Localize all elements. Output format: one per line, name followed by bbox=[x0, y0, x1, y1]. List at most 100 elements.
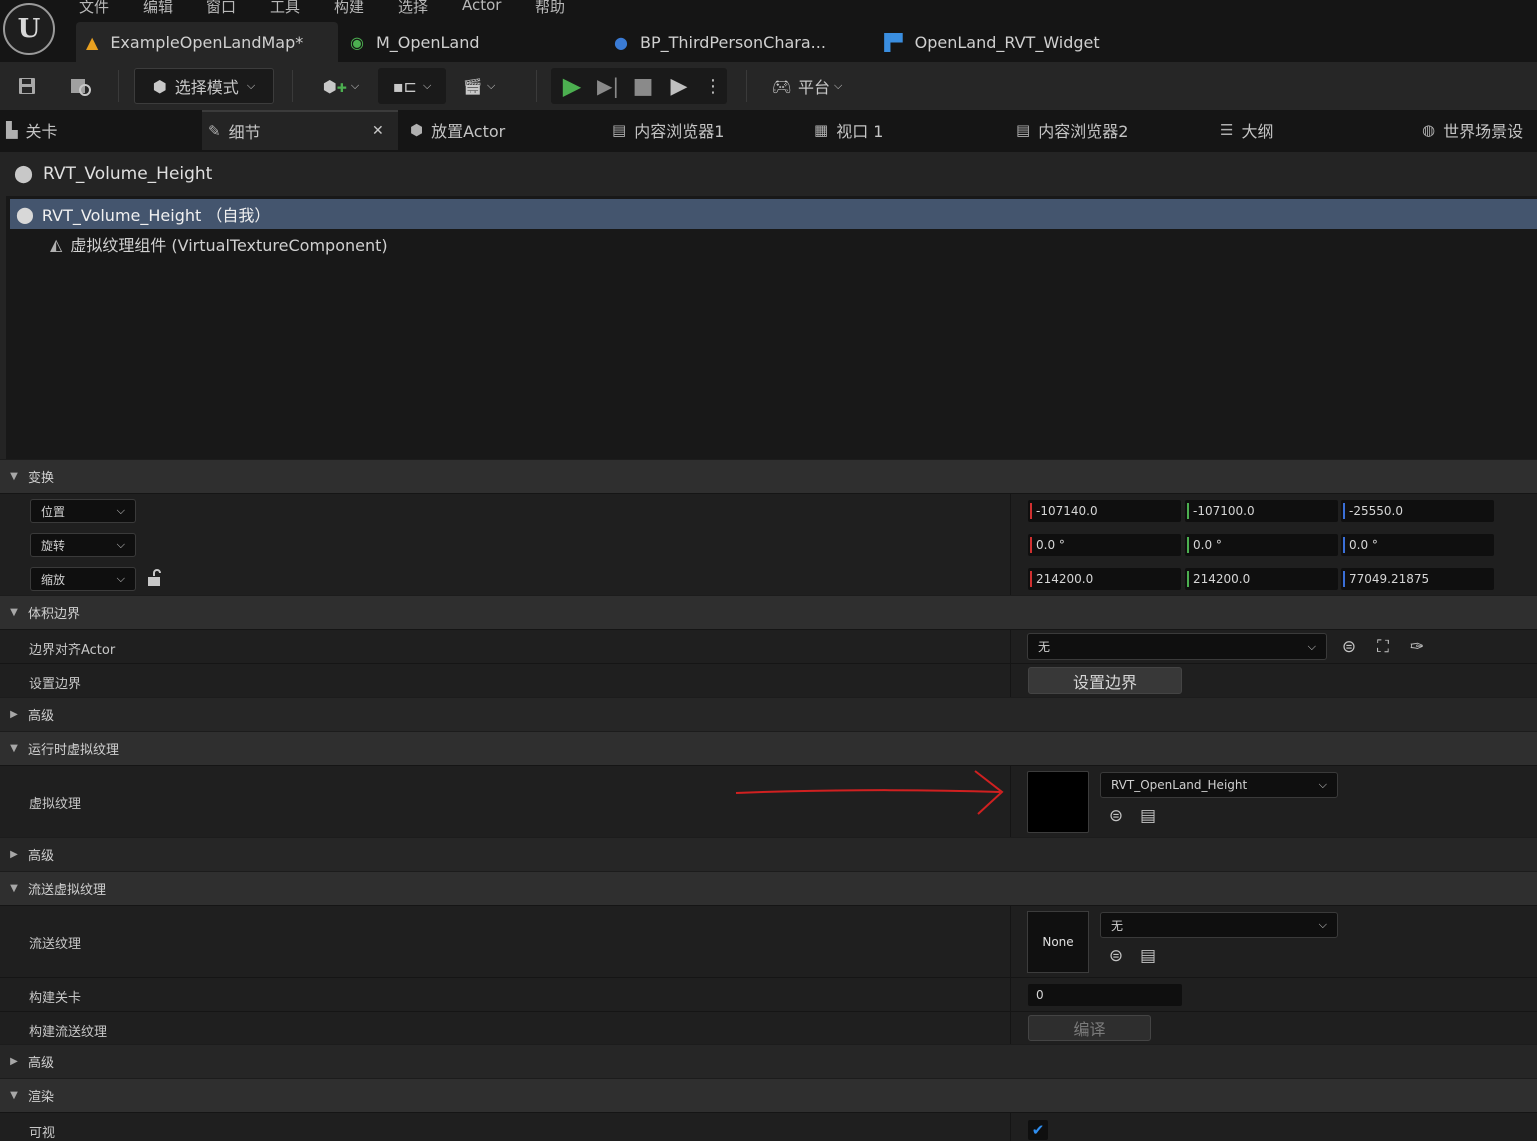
menu-tools[interactable]: 工具 bbox=[270, 0, 300, 17]
category-bounds-advanced[interactable]: ▶ 高级 bbox=[0, 697, 1537, 731]
component-virtual-texture[interactable]: ◭ 虚拟纹理组件 (VirtualTextureComponent) bbox=[10, 229, 1537, 259]
rotation-y-field[interactable]: 0.0 ° bbox=[1185, 534, 1338, 556]
select-mode-dropdown[interactable]: ⬢ 选择模式 ⌵ bbox=[134, 68, 274, 104]
cinematics-button[interactable]: 🎬︎ ⌵ bbox=[454, 68, 504, 104]
rotation-x-field[interactable]: 0.0 ° bbox=[1028, 534, 1181, 556]
doc-tab-widget[interactable]: ▐▀ OpenLand_RVT_Widget bbox=[878, 22, 1128, 62]
menu-select[interactable]: 选择 bbox=[398, 0, 428, 17]
doc-tab-material[interactable]: ◉ M_OpenLand bbox=[350, 22, 600, 62]
unreal-logo-icon[interactable]: U bbox=[3, 3, 55, 55]
build-level-field[interactable]: 0 bbox=[1028, 984, 1182, 1006]
menu-actor[interactable]: Actor bbox=[462, 0, 501, 14]
step-icon[interactable]: ▶︎| bbox=[592, 68, 624, 104]
save-icon[interactable] bbox=[12, 68, 42, 104]
collapse-arrow-icon: ▼ bbox=[10, 471, 18, 482]
location-x-field[interactable]: -107140.0 bbox=[1028, 500, 1181, 522]
viewport-icon: ▦ bbox=[814, 121, 829, 139]
location-mode-dropdown[interactable]: 位置 ⌵ bbox=[30, 499, 136, 523]
more-options-icon[interactable]: ⋮ bbox=[700, 68, 726, 104]
component-self[interactable]: ⬤ RVT_Volume_Height （自我） bbox=[10, 199, 1537, 229]
category-label: 变换 bbox=[28, 471, 55, 486]
doc-tab-map[interactable]: ▲ ExampleOpenLandMap* bbox=[76, 22, 338, 62]
category-rvt-advanced[interactable]: ▶ 高级 bbox=[0, 837, 1537, 871]
bounds-align-actor-dropdown[interactable]: 无 ⌵ bbox=[1027, 633, 1327, 660]
set-bounds-label: 设置边界 bbox=[29, 677, 82, 692]
menu-file[interactable]: 文件 bbox=[79, 0, 109, 17]
menu-build[interactable]: 构建 bbox=[334, 0, 364, 17]
scale-z-field[interactable]: 77049.21875 bbox=[1341, 568, 1494, 590]
category-runtime-virtual-texture[interactable]: ▼ 运行时虚拟纹理 bbox=[0, 731, 1537, 765]
visible-checkbox[interactable]: ✔ bbox=[1028, 1120, 1048, 1140]
close-icon[interactable]: ✕ bbox=[372, 123, 384, 139]
set-bounds-button[interactable]: 设置边界 bbox=[1028, 667, 1182, 694]
component-label: RVT_Volume_Height （自我） bbox=[41, 206, 271, 225]
map-icon: ▲ bbox=[86, 32, 99, 52]
tab-content-browser-1[interactable]: ▤ 内容浏览器1 bbox=[612, 110, 802, 150]
tab-outliner[interactable]: ☰ 大纲 bbox=[1220, 110, 1410, 150]
bounds-align-actor-value: 无 bbox=[1038, 640, 1051, 654]
use-selected-asset-icon[interactable]: ⊜ bbox=[1104, 804, 1128, 828]
doc-tab-blueprint[interactable]: ● BP_ThirdPersonChara... bbox=[614, 22, 864, 62]
location-y-field[interactable]: -107100.0 bbox=[1185, 500, 1338, 522]
category-volume-bounds[interactable]: ▼ 体积边界 bbox=[0, 595, 1537, 629]
blueprint-button[interactable]: ▪⊏ ⌵ bbox=[378, 68, 446, 104]
component-label: 虚拟纹理组件 (VirtualTextureComponent) bbox=[70, 236, 388, 255]
chevron-down-icon: ⌵ bbox=[246, 79, 256, 92]
category-rendering[interactable]: ▼ 渲染 bbox=[0, 1078, 1537, 1112]
scale-y-field[interactable]: 214200.0 bbox=[1185, 568, 1338, 590]
scale-mode-dropdown[interactable]: 缩放 ⌵ bbox=[30, 567, 136, 591]
tab-label: 内容浏览器2 bbox=[1038, 122, 1129, 141]
use-selected-asset-icon[interactable]: ⊜ bbox=[1104, 944, 1128, 968]
build-streaming-texture-label: 构建流送纹理 bbox=[29, 1025, 108, 1040]
chevron-down-icon: ⌵ bbox=[1318, 778, 1327, 791]
row-build-level: 构建关卡 0 bbox=[0, 977, 1537, 1012]
details-icon: ✎ bbox=[208, 122, 221, 140]
details-panel: ⬤ RVT_Volume_Height ⬤ RVT_Volume_Height … bbox=[0, 152, 1537, 1141]
row-visible: 可视 ✔ bbox=[0, 1112, 1537, 1141]
material-icon: ◉ bbox=[350, 32, 364, 52]
pick-actor-icon[interactable]: ⛶ bbox=[1371, 635, 1395, 659]
virtual-texture-thumbnail[interactable] bbox=[1027, 771, 1089, 833]
browse-asset-icon[interactable]: ▤ bbox=[1136, 944, 1160, 968]
doc-tab-label: OpenLand_RVT_Widget bbox=[914, 32, 1100, 52]
eject-icon[interactable]: ▶ bbox=[662, 68, 696, 104]
platform-dropdown[interactable]: 🎮︎ 平台 ⌵ bbox=[764, 68, 850, 104]
stop-icon[interactable]: ■ bbox=[628, 68, 658, 104]
add-actor-button[interactable]: ⬢✚ ⌵ bbox=[316, 68, 366, 104]
select-mode-icon: ⬢ bbox=[152, 76, 167, 96]
menu-window[interactable]: 窗口 bbox=[206, 0, 236, 17]
virtual-texture-dropdown[interactable]: RVT_OpenLand_Height ⌵ bbox=[1100, 772, 1338, 798]
rotation-z-field[interactable]: 0.0 ° bbox=[1341, 534, 1494, 556]
streaming-texture-thumbnail[interactable]: None bbox=[1027, 911, 1089, 973]
build-button[interactable]: 编译 bbox=[1028, 1015, 1151, 1041]
eyedropper-icon[interactable]: ✑ bbox=[1405, 635, 1429, 659]
unlock-icon[interactable] bbox=[142, 566, 166, 590]
tab-content-browser-2[interactable]: ▤ 内容浏览器2 bbox=[1016, 110, 1206, 150]
row-build-streaming-texture: 构建流送纹理 编译 bbox=[0, 1011, 1537, 1045]
category-svt-advanced[interactable]: ▶ 高级 bbox=[0, 1044, 1537, 1078]
row-set-bounds: 设置边界 设置边界 bbox=[0, 663, 1537, 698]
scale-x-field[interactable]: 214200.0 bbox=[1028, 568, 1181, 590]
scale-x-value: 214200.0 bbox=[1036, 572, 1094, 586]
tab-details[interactable]: ✎ 细节 ✕ bbox=[202, 110, 398, 150]
expand-arrow-icon: ▶ bbox=[10, 849, 18, 860]
title-bar: U 文件 编辑 窗口 工具 构建 选择 Actor 帮助 ▲ ExampleOp… bbox=[0, 0, 1537, 62]
browse-level-icon[interactable] bbox=[66, 68, 96, 104]
browse-asset-icon[interactable]: ▤ bbox=[1136, 804, 1160, 828]
category-streaming-virtual-texture[interactable]: ▼ 流送虚拟纹理 bbox=[0, 871, 1537, 905]
category-transform[interactable]: ▼ 变换 bbox=[0, 459, 1537, 493]
tab-place-actors[interactable]: ⬢ 放置Actor bbox=[410, 110, 600, 150]
menu-edit[interactable]: 编辑 bbox=[143, 0, 173, 17]
play-icon[interactable]: ▶ bbox=[556, 68, 588, 104]
collapse-arrow-icon: ▼ bbox=[10, 883, 18, 894]
location-z-field[interactable]: -25550.0 bbox=[1341, 500, 1494, 522]
menu-help[interactable]: 帮助 bbox=[535, 0, 565, 17]
use-selected-icon[interactable]: ⊜ bbox=[1337, 635, 1361, 659]
rotation-mode-dropdown[interactable]: 旋转 ⌵ bbox=[30, 533, 136, 557]
tab-viewport-1[interactable]: ▦ 视口 1 bbox=[814, 110, 1004, 150]
tab-levels[interactable]: ▙ 关卡 bbox=[6, 110, 196, 150]
tab-label: 放置Actor bbox=[431, 122, 506, 141]
tab-world-settings[interactable]: ◍ 世界场景设 bbox=[1422, 110, 1537, 150]
row-virtual-texture: 虚拟纹理 RVT_OpenLand_Height ⌵ ⊜ ▤ bbox=[0, 765, 1537, 838]
streaming-texture-dropdown[interactable]: 无 ⌵ bbox=[1100, 912, 1338, 938]
